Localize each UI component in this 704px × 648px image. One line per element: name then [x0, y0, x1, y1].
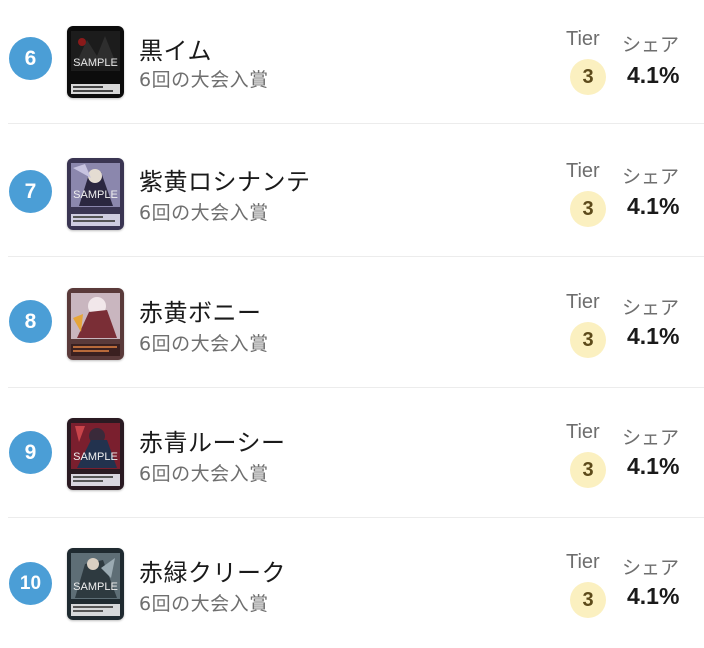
card-watermark: SAMPLE: [73, 451, 118, 463]
rank-badge: 6: [9, 37, 52, 80]
share-label: シェア: [622, 166, 680, 188]
tier-badge: 3: [570, 191, 606, 227]
red-green-card-thumbnail-icon: SAMPLE: [67, 548, 124, 620]
tier-label: Tier: [566, 160, 600, 182]
share-label: シェア: [622, 557, 680, 579]
share-value: 4.1%: [627, 583, 680, 609]
deck-tournament-count: 6回の大会入賞: [139, 333, 269, 355]
card-watermark: SAMPLE: [73, 581, 118, 593]
share-label: シェア: [622, 427, 680, 449]
deck-name: 赤緑クリーク: [139, 559, 286, 587]
tier-label: Tier: [566, 291, 600, 313]
tier-label: Tier: [566, 551, 600, 573]
deck-row[interactable]: 10 SAMPLE 赤緑クリーク 6回の大会入賞 Tier シェア 3 4.1%: [0, 518, 704, 648]
deck-tournament-count: 6回の大会入賞: [139, 463, 269, 485]
tier-label: Tier: [566, 28, 600, 50]
share-value: 4.1%: [627, 323, 680, 349]
row-divider: [8, 256, 704, 257]
purple-card-thumbnail-icon: SAMPLE: [67, 158, 124, 230]
deck-row[interactable]: 6 SAMPLE 黒イム 6回の大会入賞 Tier シェア 3 4.1%: [0, 0, 704, 127]
tier-badge: 3: [570, 452, 606, 488]
rank-badge: 9: [9, 431, 52, 474]
card-watermark: SAMPLE: [73, 57, 118, 69]
share-label: シェア: [622, 297, 680, 319]
deck-row[interactable]: 9 SAMPLE 赤青ルーシー 6回の大会入賞 Tier シェア 3 4.1%: [0, 388, 704, 518]
red-blue-card-thumbnail-icon: SAMPLE: [67, 418, 124, 490]
deck-row[interactable]: 8 赤黄ボニー 6回の大会入賞 Tier シェア 3 4.1%: [0, 258, 704, 388]
share-label: シェア: [622, 34, 680, 56]
rank-badge: 7: [9, 170, 52, 213]
deck-name: 紫黄ロシナンテ: [139, 168, 311, 196]
deck-name: 黒イム: [139, 37, 213, 65]
tier-badge: 3: [570, 322, 606, 358]
deck-row[interactable]: 7 SAMPLE 紫黄ロシナンテ 6回の大会入賞 Tier シェア 3 4.1%: [0, 127, 704, 257]
tier-badge: 3: [570, 582, 606, 618]
deck-name: 赤青ルーシー: [139, 429, 286, 457]
tier-label: Tier: [566, 421, 600, 443]
share-value: 4.1%: [627, 193, 680, 219]
rank-badge: 10: [9, 562, 52, 605]
black-card-thumbnail-icon: SAMPLE: [67, 26, 124, 98]
red-yellow-card-thumbnail-icon: [67, 288, 124, 360]
rank-badge: 8: [9, 300, 52, 343]
tier-badge: 3: [570, 59, 606, 95]
deck-name: 赤黄ボニー: [139, 299, 262, 327]
share-value: 4.1%: [627, 453, 680, 479]
deck-tournament-count: 6回の大会入賞: [139, 593, 269, 615]
deck-tournament-count: 6回の大会入賞: [139, 202, 269, 224]
row-divider: [8, 123, 704, 124]
card-watermark: SAMPLE: [73, 189, 118, 201]
deck-tournament-count: 6回の大会入賞: [139, 69, 269, 91]
share-value: 4.1%: [627, 62, 680, 88]
